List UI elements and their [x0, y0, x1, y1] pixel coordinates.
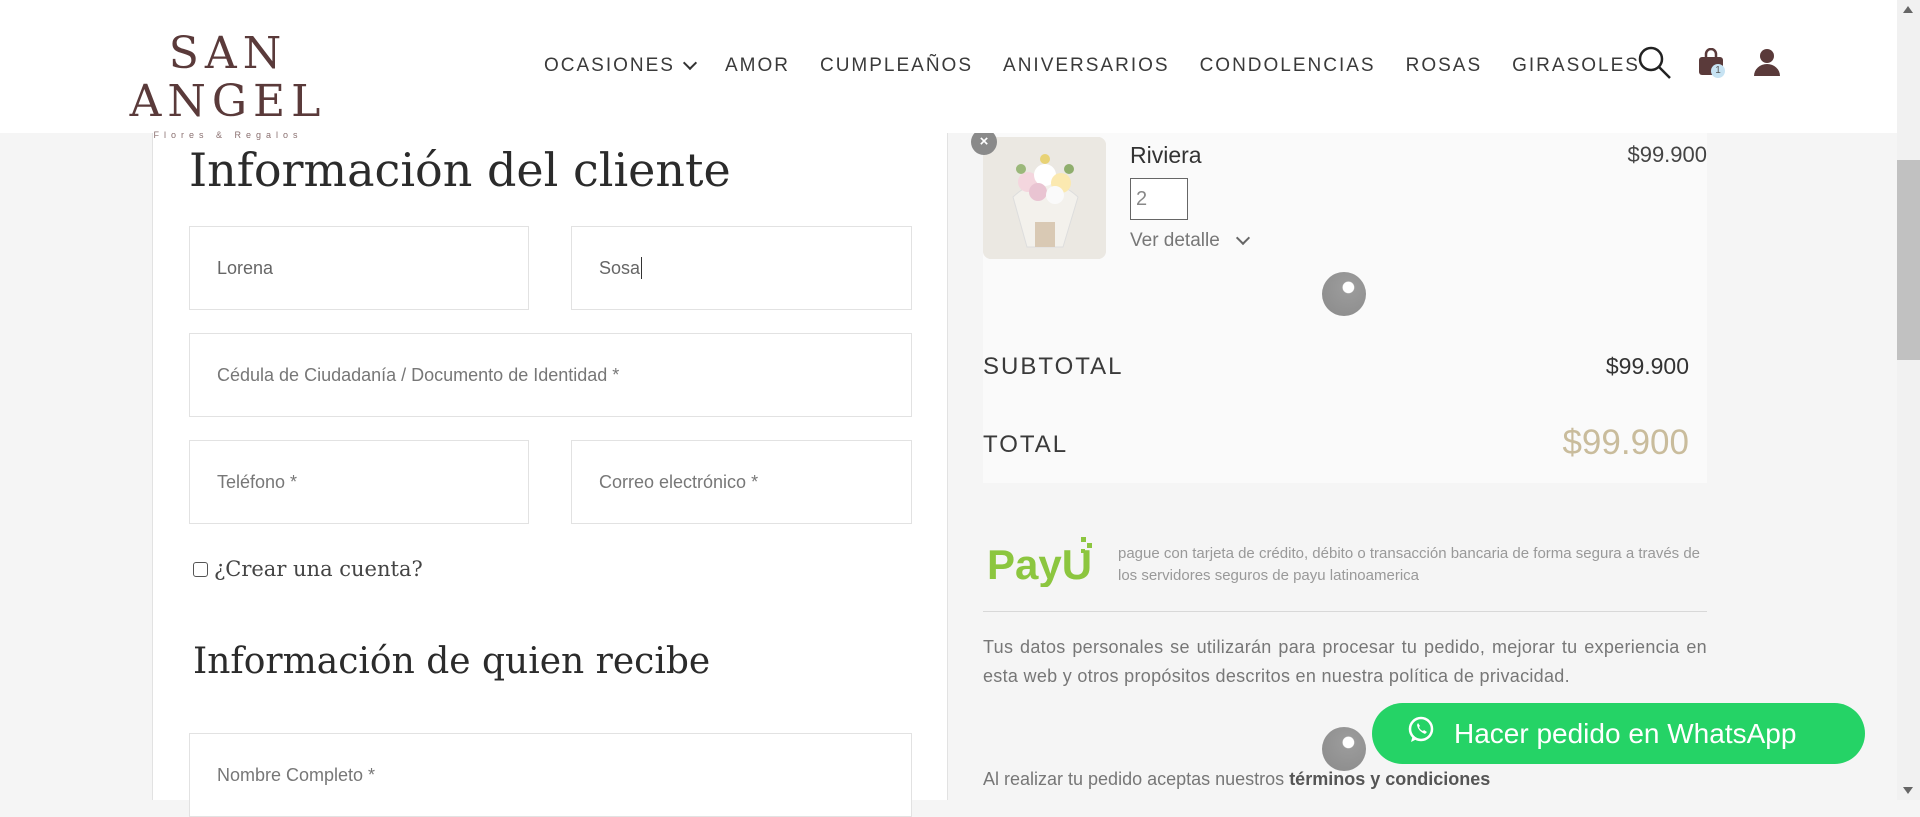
last-name-value: Sosa — [599, 257, 641, 278]
payu-logo: PayU — [985, 531, 1095, 592]
logo-tagline: Flores & Regalos — [153, 130, 303, 140]
cart-count-badge: 1 — [1711, 64, 1725, 78]
whatsapp-button-label: Hacer pedido en WhatsApp — [1454, 717, 1797, 749]
nav-label: ANIVERSARIOS — [1003, 55, 1170, 76]
create-account-option[interactable]: ¿Crear una cuenta? — [193, 557, 423, 581]
subtotal-value: $99.900 — [1605, 353, 1689, 379]
main-nav: OCASIONES AMOR CUMPLEAÑOS ANIVERSARIOS C… — [544, 55, 1640, 77]
first-name-field[interactable]: Lorena — [189, 226, 529, 310]
view-details-toggle[interactable]: Ver detalle — [1130, 230, 1250, 252]
create-account-label: ¿Crear una cuenta? — [214, 557, 423, 581]
nav-label: AMOR — [724, 55, 790, 76]
nav-label: GIRASOLES — [1512, 55, 1640, 76]
nav-label: CONDOLENCIAS — [1199, 55, 1376, 76]
last-name-field[interactable]: Sosa — [571, 226, 912, 310]
payu-description: pague con tarjeta de crédito, débito o t… — [1118, 545, 1701, 584]
total-value: $99.900 — [1562, 423, 1689, 462]
whatsapp-order-button[interactable]: Hacer pedido en WhatsApp — [1372, 703, 1865, 764]
payment-method-payu[interactable]: PayU pague con tarjeta de crédito, débit… — [983, 523, 1707, 612]
email-placeholder: Correo electrónico * — [599, 471, 759, 492]
terms-prefix: Al realizar tu pedido aceptas nuestros — [983, 769, 1290, 789]
scroll-down-icon[interactable] — [1903, 787, 1913, 794]
phone-placeholder: Teléfono * — [217, 471, 298, 492]
page-scrollbar[interactable] — [1897, 0, 1920, 800]
scrollbar-thumb[interactable] — [1897, 160, 1920, 360]
terms-notice: Al realizar tu pedido aceptas nuestros t… — [983, 769, 1490, 790]
subtotal-label: SUBTOTAL — [983, 353, 1124, 380]
total-label: TOTAL — [983, 431, 1069, 458]
id-document-placeholder: Cédula de Ciudadanía / Documento de Iden… — [217, 364, 620, 385]
privacy-notice: Tus datos personales se utilizarán para … — [983, 637, 1707, 686]
chevron-down-icon — [682, 55, 698, 71]
id-document-field[interactable]: Cédula de Ciudadanía / Documento de Iden… — [189, 333, 912, 417]
view-details-label: Ver detalle — [1130, 230, 1220, 251]
nav-label: ROSAS — [1405, 55, 1483, 76]
scroll-up-icon[interactable] — [1903, 6, 1913, 13]
recipient-name-placeholder: Nombre Completo * — [217, 764, 376, 785]
recipient-info-title: Información de quien recibe — [193, 641, 711, 682]
nav-label: CUMPLEAÑOS — [819, 55, 974, 76]
product-name: Riviera — [1130, 142, 1202, 168]
loading-dot-icon — [1322, 272, 1366, 316]
first-name-value: Lorena — [217, 257, 274, 278]
email-field[interactable]: Correo electrónico * — [571, 440, 912, 524]
product-image — [983, 137, 1106, 259]
site-header: SAN ANGEL Flores & Regalos OCASIONES AMO… — [0, 0, 1897, 140]
nav-label: OCASIONES — [544, 55, 675, 76]
cart-summary: × Riviera $99.900 2 Ver detalle SUBTOTAL… — [971, 129, 1707, 483]
site-logo[interactable]: SAN ANGEL Flores & Regalos — [102, 28, 354, 141]
product-price: $99.900 — [1627, 142, 1707, 167]
user-icon[interactable] — [1754, 48, 1780, 81]
nav-item-condolencias[interactable]: CONDOLENCIAS — [1200, 55, 1376, 77]
create-account-checkbox[interactable] — [193, 561, 208, 577]
phone-field[interactable]: Teléfono * — [189, 440, 529, 524]
loading-dot-icon — [1322, 727, 1366, 771]
nav-item-girasoles[interactable]: GIRASOLES — [1512, 55, 1640, 77]
nav-item-cumpleanos[interactable]: CUMPLEAÑOS — [820, 55, 973, 77]
chevron-down-icon — [1235, 230, 1250, 246]
order-summary: × Riviera $99.900 2 Ver detalle SUBTOTAL… — [971, 129, 1707, 800]
payu-brand: PayU — [987, 541, 1092, 587]
cart-icon[interactable]: 1 — [1698, 47, 1725, 81]
nav-item-rosas[interactable]: ROSAS — [1406, 55, 1483, 77]
search-icon[interactable] — [1638, 46, 1672, 85]
text-caret — [641, 257, 643, 279]
quantity-input[interactable]: 2 — [1130, 178, 1188, 220]
recipient-name-field[interactable]: Nombre Completo * — [189, 733, 912, 817]
checkout-form: Información del cliente Lorena Sosa Cédu… — [152, 133, 948, 817]
terms-link[interactable]: términos y condiciones — [1289, 769, 1490, 789]
nav-item-aniversarios[interactable]: ANIVERSARIOS — [1003, 55, 1170, 77]
whatsapp-icon — [1406, 715, 1436, 752]
nav-item-amor[interactable]: AMOR — [725, 55, 790, 77]
customer-info-title: Información del cliente — [189, 143, 731, 197]
logo-text: SAN ANGEL — [129, 28, 327, 127]
nav-item-ocasiones[interactable]: OCASIONES — [544, 55, 698, 77]
